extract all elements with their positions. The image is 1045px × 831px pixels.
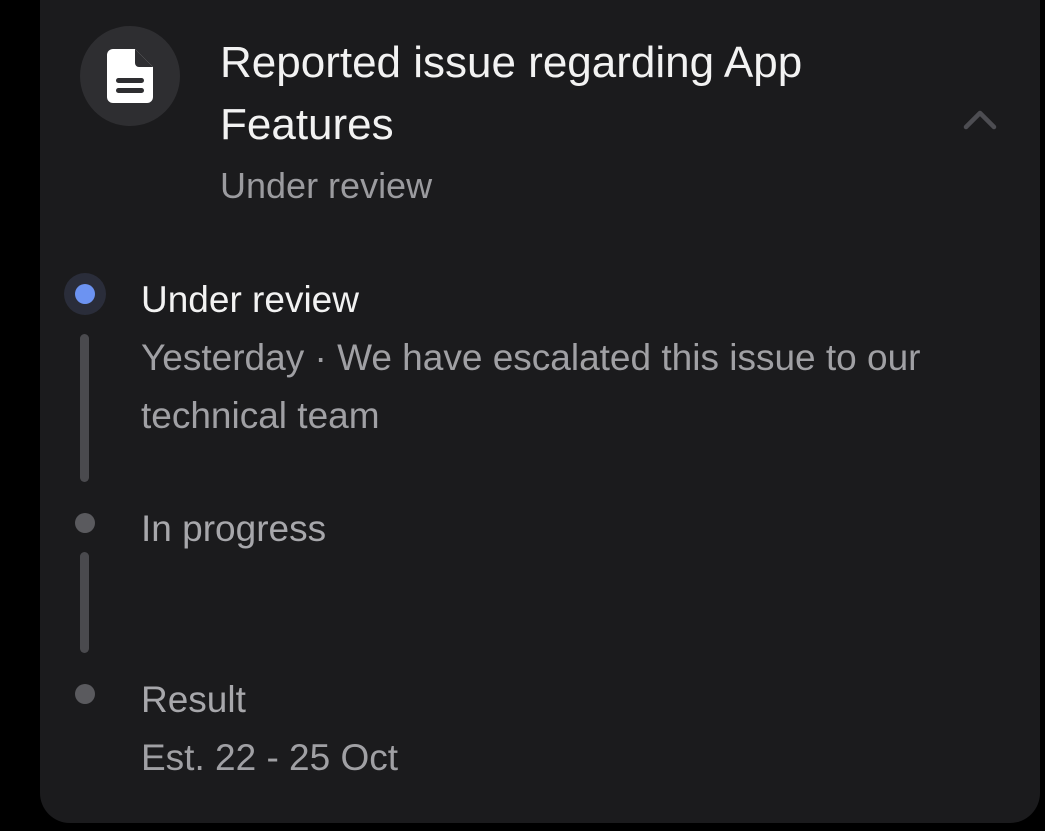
collapse-button[interactable]	[958, 100, 1002, 136]
timeline-step-label: In progress	[141, 508, 327, 549]
document-icon-badge	[80, 26, 180, 126]
timeline-dot-active	[64, 273, 106, 315]
timeline-connector	[80, 552, 89, 653]
report-title: Reported issue regarding App Features	[220, 38, 803, 149]
timeline-step-label: Result	[141, 679, 246, 720]
report-status: Under review	[220, 165, 433, 206]
timeline-step-description: Yesterday · We have escalated this issue…	[141, 337, 921, 436]
timeline-connector	[80, 334, 89, 482]
document-icon	[107, 49, 153, 103]
timeline-step-description: Est. 22 - 25 Oct	[141, 737, 399, 778]
chevron-up-icon	[963, 110, 997, 130]
timeline-dot-active-center	[75, 284, 95, 304]
timeline-dot	[75, 684, 95, 704]
timeline-dot	[75, 513, 95, 533]
timeline-step-label: Under review	[141, 279, 359, 320]
